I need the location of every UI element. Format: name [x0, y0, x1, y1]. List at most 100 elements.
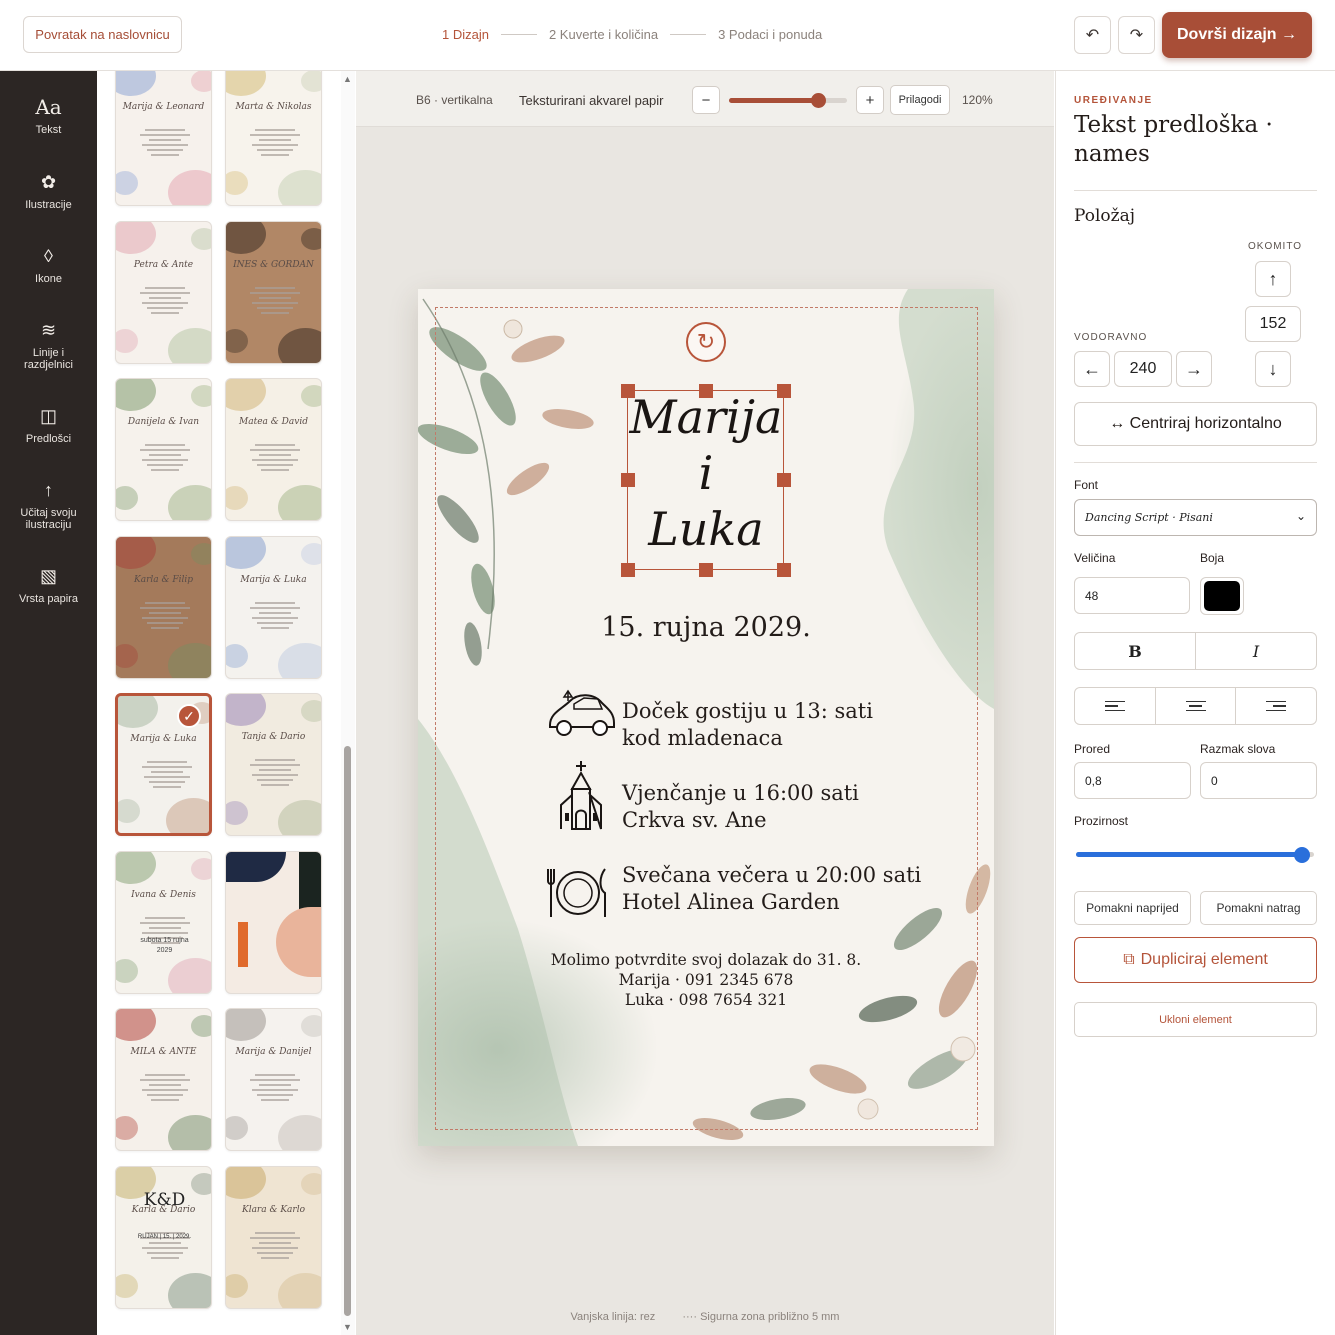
dinner-plate-icon — [547, 868, 606, 917]
wedding-date[interactable]: 15. rujna 2029. — [418, 612, 994, 643]
move-up-button[interactable]: ↑ — [1255, 261, 1291, 297]
tool-lines-dividers[interactable]: ≋ Linije i razdjelnici — [0, 319, 97, 371]
duplicate-label: Dupliciraj element — [1140, 951, 1268, 968]
event-dinner[interactable]: Svečana večera u 20:00 sati Hotel Alinea… — [622, 862, 921, 916]
y-position-input[interactable]: 152 — [1245, 306, 1301, 342]
letter-spacing-input[interactable]: 0 — [1200, 762, 1317, 799]
tool-label: Vrsta papira — [19, 593, 78, 605]
template-thumbnail[interactable]: Danijela & Ivan — [115, 378, 212, 521]
tool-templates[interactable]: ◫ Predlošci — [0, 405, 97, 445]
zoom-slider-fill — [729, 98, 818, 103]
tool-illustrations[interactable]: ✿ Ilustracije — [0, 171, 97, 211]
undo-button[interactable]: ↶ — [1074, 16, 1111, 54]
send-backward-button[interactable]: Pomakni natrag — [1200, 891, 1317, 925]
bring-forward-button[interactable]: Pomakni naprijed — [1074, 891, 1191, 925]
selection-box[interactable] — [627, 390, 784, 570]
finish-design-button[interactable]: Dovrši dizajn → — [1162, 12, 1312, 58]
tool-icons[interactable]: ◊ Ikone — [0, 245, 97, 285]
resize-handle[interactable] — [777, 563, 791, 577]
align-center-icon — [1185, 698, 1206, 715]
rsvp-text: Molimo potvrdite svoj dolazak do 31. 8. — [550, 951, 862, 969]
rotate-icon: ↻ — [696, 329, 716, 354]
event-reception[interactable]: Doček gostiju u 13: sati kod mladenaca — [622, 698, 873, 752]
color-picker[interactable] — [1200, 577, 1244, 615]
template-thumbnail[interactable]: Marija & Luka ✓ — [115, 693, 212, 836]
font-size-input[interactable]: 48 — [1074, 577, 1190, 614]
align-left-icon — [1104, 698, 1125, 715]
align-center-button[interactable] — [1156, 688, 1237, 724]
template-thumbnail[interactable]: Marija & Leonard — [115, 71, 212, 206]
scroll-down-icon[interactable]: ▼ — [343, 1322, 352, 1332]
template-thumbnail[interactable]: Matea & David — [225, 378, 322, 521]
alignment-group — [1074, 687, 1317, 725]
center-horizontal-button[interactable]: ↔ Centriraj horizontalno — [1074, 402, 1317, 446]
align-right-button[interactable] — [1236, 688, 1316, 724]
move-left-button[interactable]: ← — [1074, 351, 1110, 387]
move-right-button[interactable]: → — [1176, 351, 1212, 387]
duplicate-element-button[interactable]: ⧉ Dupliciraj element — [1074, 937, 1317, 983]
thumb-year: 2029 — [156, 947, 173, 954]
rotate-handle[interactable]: ↻ — [686, 322, 726, 362]
duplicate-icon: ⧉ — [1123, 951, 1135, 968]
line-height-input[interactable]: 0,8 — [1074, 762, 1191, 799]
panel-title: Tekst predloška · names — [1074, 112, 1273, 167]
fit-button[interactable]: Prilagodi — [890, 85, 950, 115]
template-thumbnail[interactable]: Tanja & Dario — [225, 693, 322, 836]
gallery-scrollbar-thumb[interactable] — [344, 746, 351, 1316]
move-down-button[interactable]: ↓ — [1255, 351, 1291, 387]
template-thumbnail[interactable]: INES & GORDAN — [225, 220, 322, 364]
back-to-home-button[interactable]: Povratak na naslovnicu — [23, 16, 182, 53]
zoom-slider-handle[interactable] — [810, 93, 826, 108]
contact-bride: Marija · 091 2345 678 — [618, 971, 794, 989]
template-thumbnail[interactable]: Marija & Danijel — [225, 1008, 322, 1151]
font-select[interactable]: Dancing Script · Pisani ⌄ — [1074, 499, 1317, 536]
template-thumbnail[interactable]: Klara & Karlo — [225, 1165, 322, 1309]
resize-handle[interactable] — [621, 473, 635, 487]
resize-handle[interactable] — [621, 384, 635, 398]
resize-handle[interactable] — [699, 563, 713, 577]
line-height-label: Prored — [1074, 742, 1111, 756]
rsvp-block[interactable]: Molimo potvrdite svoj dolazak do 31. 8. … — [418, 950, 994, 1010]
resize-handle[interactable] — [777, 473, 791, 487]
thumb-monogram: K&D — [143, 1190, 186, 1210]
italic-toggle[interactable]: I — [1196, 633, 1316, 669]
bold-toggle[interactable]: B — [1075, 633, 1196, 669]
template-icon: ◫ — [39, 406, 57, 426]
step-details[interactable]: 3 Podaci i ponuda — [718, 27, 822, 42]
event-ceremony[interactable]: Vjenčanje u 16:00 sati Crkva sv. Ane — [622, 780, 859, 834]
tool-text[interactable]: Aa Tekst — [0, 96, 97, 136]
template-thumbnail[interactable]: MILA & ANTE — [115, 1008, 212, 1151]
tool-paper-type[interactable]: ▧ Vrsta papira — [0, 565, 97, 605]
invitation-card[interactable]: Marija i Luka ↻ 15. rujna 2029. Doček go… — [418, 289, 994, 1146]
step-design[interactable]: 1 Dizajn — [442, 27, 489, 42]
thumbnail-names: Marta & Nikolas — [235, 102, 312, 112]
redo-button[interactable]: ↷ — [1118, 16, 1155, 54]
tool-upload-illustration[interactable]: ↑ Učitaj svoju ilustraciju — [0, 479, 97, 531]
opacity-slider-handle[interactable] — [1294, 847, 1311, 863]
align-left-button[interactable] — [1075, 688, 1156, 724]
template-thumbnail[interactable]: Marija & Luka — [225, 535, 322, 679]
scroll-up-icon[interactable]: ▲ — [343, 74, 352, 84]
x-position-input[interactable]: 240 — [1114, 351, 1172, 387]
tool-label: Linije i razdjelnici — [24, 347, 73, 371]
font-label: Font — [1074, 478, 1099, 492]
resize-handle[interactable] — [777, 384, 791, 398]
zoom-slider[interactable] — [729, 93, 847, 108]
template-thumbnail[interactable]: Karla & Filip — [115, 535, 212, 679]
thumbnail-names: Ivana & Denis — [131, 889, 196, 900]
align-right-icon — [1266, 698, 1287, 715]
opacity-slider[interactable] — [1076, 847, 1314, 863]
arrow-up-icon: ↑ — [1268, 268, 1278, 289]
template-thumbnail[interactable] — [225, 850, 322, 994]
template-thumbnail[interactable]: Ivana & Denis — [115, 850, 212, 994]
step-envelopes[interactable]: 2 Kuverte i količina — [549, 27, 658, 42]
safe-zone-legend: ···· Sigurna zona približno 5 mm — [682, 1311, 840, 1323]
template-thumbnail[interactable]: Petra & Ante — [115, 220, 212, 364]
top-bar: Povratak na naslovnicu 1 Dizajn 2 Kuvert… — [0, 0, 1335, 71]
zoom-out-button[interactable]: − — [692, 86, 720, 114]
zoom-in-button[interactable]: + — [856, 86, 884, 114]
resize-handle[interactable] — [621, 563, 635, 577]
template-thumbnail[interactable]: Marta & Nikolas — [225, 71, 322, 206]
resize-handle[interactable] — [699, 384, 713, 398]
remove-element-button[interactable]: Ukloni element — [1074, 1002, 1317, 1037]
